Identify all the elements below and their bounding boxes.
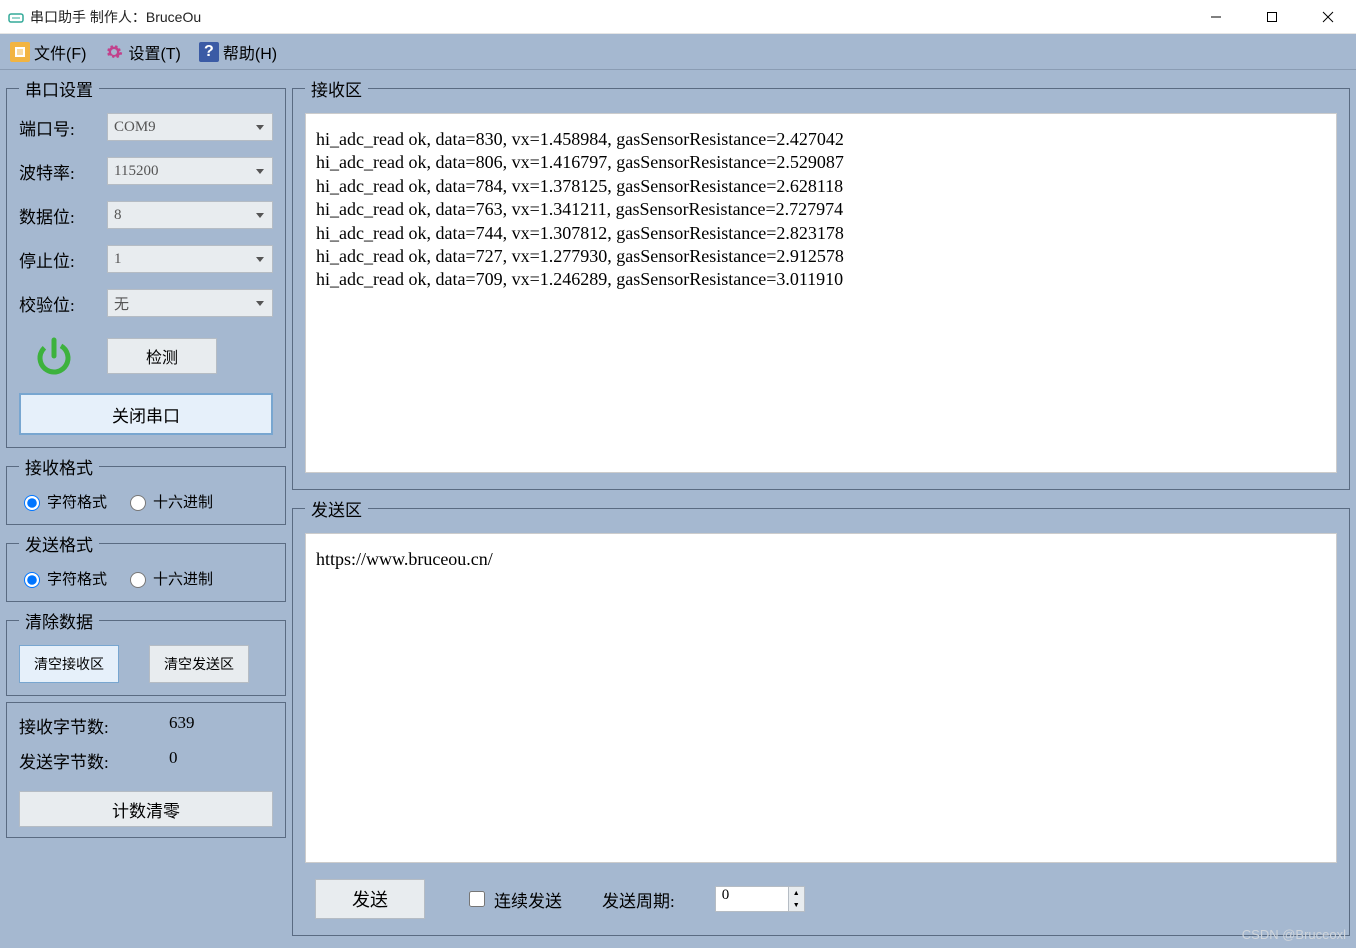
period-spinner[interactable]: 0 ▲ ▼: [715, 886, 805, 912]
app-icon: [8, 9, 24, 25]
databits-label: 数据位:: [19, 203, 97, 228]
send-area-group: 发送区 发送 连续发送 发送周期: 0 ▲ ▼: [292, 496, 1350, 936]
detect-button[interactable]: 检测: [107, 338, 217, 374]
window-controls: [1188, 0, 1356, 33]
serial-settings-group: 串口设置 端口号: COM9 波特率: 115200 数据位: 8 停止位: 1…: [6, 76, 286, 448]
clear-data-legend: 清除数据: [19, 608, 99, 633]
spinner-up[interactable]: ▲: [789, 887, 804, 899]
left-panel: 串口设置 端口号: COM9 波特率: 115200 数据位: 8 停止位: 1…: [6, 76, 286, 942]
maximize-button[interactable]: [1244, 0, 1300, 33]
reset-count-button[interactable]: 计数清零: [19, 791, 273, 827]
recv-area-legend: 接收区: [305, 76, 368, 101]
file-icon: [10, 42, 30, 62]
right-panel: 接收区 发送区 发送 连续发送 发送周期: 0 ▲ ▼: [292, 76, 1350, 942]
help-icon: ?: [199, 42, 219, 62]
window-title: 串口助手 制作人：BruceOu: [30, 7, 1188, 27]
clear-send-button[interactable]: 清空发送区: [149, 645, 249, 683]
menu-file[interactable]: 文件(F): [10, 40, 86, 64]
parity-combo[interactable]: 无: [107, 289, 273, 317]
menu-settings[interactable]: 设置(T): [104, 40, 180, 64]
send-area-legend: 发送区: [305, 496, 368, 521]
send-format-legend: 发送格式: [19, 531, 99, 556]
recv-format-char[interactable]: 字符格式: [19, 491, 107, 512]
period-label: 发送周期:: [602, 887, 675, 912]
close-button[interactable]: [1300, 0, 1356, 33]
port-label: 端口号:: [19, 115, 97, 140]
send-button[interactable]: 发送: [315, 879, 425, 919]
send-textarea[interactable]: [305, 533, 1337, 863]
close-port-button[interactable]: 关闭串口: [19, 393, 273, 435]
send-bytes-value: 0: [169, 748, 178, 773]
stopbits-label: 停止位:: [19, 247, 97, 272]
baud-label: 波特率:: [19, 159, 97, 184]
spinner-down[interactable]: ▼: [789, 899, 804, 911]
workspace: 串口设置 端口号: COM9 波特率: 115200 数据位: 8 停止位: 1…: [0, 70, 1356, 948]
menubar: 文件(F) 设置(T) ? 帮助(H): [0, 34, 1356, 70]
recv-textarea[interactable]: [305, 113, 1337, 473]
titlebar: 串口助手 制作人：BruceOu: [0, 0, 1356, 34]
send-controls: 发送 连续发送 发送周期: 0 ▲ ▼: [305, 875, 1337, 923]
send-format-char[interactable]: 字符格式: [19, 568, 107, 589]
serial-settings-legend: 串口设置: [19, 76, 99, 101]
recv-bytes-label: 接收字节数:: [19, 713, 139, 738]
menu-help[interactable]: ? 帮助(H): [199, 40, 277, 64]
send-bytes-label: 发送字节数:: [19, 748, 139, 773]
recv-area-group: 接收区: [292, 76, 1350, 490]
power-toggle[interactable]: [31, 333, 77, 379]
recv-format-legend: 接收格式: [19, 454, 99, 479]
recv-format-hex[interactable]: 十六进制: [125, 491, 213, 512]
watermark: CSDN @Bruceoxl: [1242, 927, 1346, 942]
port-combo[interactable]: COM9: [107, 113, 273, 141]
databits-combo[interactable]: 8: [107, 201, 273, 229]
baud-combo[interactable]: 115200: [107, 157, 273, 185]
recv-format-group: 接收格式 字符格式 十六进制: [6, 454, 286, 525]
gear-icon: [104, 42, 124, 62]
send-format-hex[interactable]: 十六进制: [125, 568, 213, 589]
parity-label: 校验位:: [19, 291, 97, 316]
clear-recv-button[interactable]: 清空接收区: [19, 645, 119, 683]
minimize-button[interactable]: [1188, 0, 1244, 33]
send-format-group: 发送格式 字符格式 十六进制: [6, 531, 286, 602]
clear-data-group: 清除数据 清空接收区 清空发送区: [6, 608, 286, 696]
continuous-send-checkbox[interactable]: 连续发送: [465, 887, 562, 912]
stats-box: 接收字节数: 639 发送字节数: 0 计数清零: [6, 702, 286, 838]
stopbits-combo[interactable]: 1: [107, 245, 273, 273]
recv-bytes-value: 639: [169, 713, 195, 738]
